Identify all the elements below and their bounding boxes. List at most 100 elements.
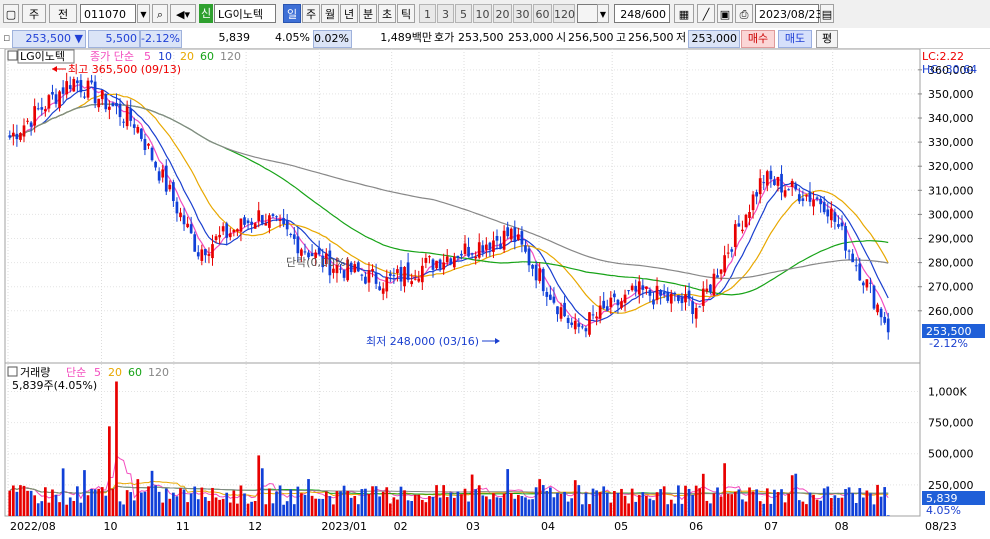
candle-body [837,224,840,227]
candle-body [225,223,229,238]
candle-body [285,220,289,230]
candle-body [591,314,595,316]
interval-dropdown-icon[interactable]: ▼ [597,4,609,23]
stock-name-field[interactable]: LG이노텍 [214,4,276,23]
volume-bar [477,485,481,516]
candle-body [620,301,623,308]
volume-pct: 4.05% [275,31,310,44]
chart-type-button[interactable]: 주 [22,4,46,23]
volume-bar [701,473,705,516]
draw-tool-icon[interactable]: ╱ [697,4,715,23]
period-second-button[interactable]: 초 [378,4,396,23]
interval-button[interactable]: 30 [513,4,532,23]
volume-bar [264,504,268,516]
volume-bar [15,491,19,516]
vol-ma20-legend: 20 [108,366,122,379]
stock-chart[interactable]: LG이노텍 종가 단순 5 10 20 60 120 최고 365,500 (0… [0,49,990,539]
volume-bar [744,501,748,516]
volume-bar [289,489,293,516]
data-count-field[interactable]: 248/600 [614,4,670,23]
volume-bar [652,500,655,516]
volume-bar [97,488,101,516]
search-icon[interactable]: ⌕ [152,4,168,23]
speaker-icon[interactable]: ◀▾ [170,4,196,23]
evaluate-button[interactable]: 평 [816,30,838,48]
window-icon[interactable]: ▢ [3,4,19,23]
candle-body [502,230,506,250]
interval-button[interactable]: 60 [533,4,552,23]
candle-body [705,288,709,292]
prev-button[interactable]: 전 [49,4,77,23]
candle-body [840,222,844,227]
volume-bar [844,489,847,516]
volume-bar [456,491,460,516]
volume-bar [773,489,776,516]
volume-bar [755,489,758,516]
candle-body [662,292,666,295]
vol-ma120-legend: 120 [148,366,169,379]
save-icon[interactable]: ▣ [717,4,733,23]
period-minute-button[interactable]: 분 [359,4,377,23]
candle-body [360,274,364,276]
buy-button[interactable]: 매수 [741,30,775,48]
candle-body [805,195,808,197]
date-input[interactable]: 2023/08/23 [755,4,822,23]
interval-button[interactable]: 1 [419,4,436,23]
volume-bar [538,479,542,516]
volume-y-axis: 1,000K 750,000 500,000 250,000 [928,385,974,491]
candle-body [808,191,812,202]
print-icon[interactable]: ⎙ [735,4,753,23]
volume-bar [367,494,371,516]
y-tick-label: 300,000 [928,208,974,221]
period-tick-button[interactable]: 틱 [397,4,415,23]
interval-button[interactable]: 3 [437,4,454,23]
volume-bar [577,485,581,516]
candle-body [563,302,566,317]
candle-body [495,235,499,241]
volume-bar [812,494,815,516]
interval-button[interactable]: 120 [553,4,575,23]
volume-bar [168,498,172,516]
period-day-button[interactable]: 일 [283,4,301,23]
volume-collapse-icon[interactable] [7,366,18,377]
volume-bar [776,492,780,516]
volume-bar [605,492,609,516]
collapse-icon[interactable] [7,50,18,61]
period-year-button[interactable]: 년 [340,4,358,23]
calendar-icon[interactable]: ▤ [820,4,834,23]
candle-body [637,281,641,295]
stock-code-input[interactable]: 011070 [80,4,136,23]
candle-body [627,290,630,292]
candle-body [172,182,175,202]
sell-button[interactable]: 매도 [778,30,812,48]
period-month-button[interactable]: 월 [321,4,339,23]
interval-button[interactable]: 10 [473,4,492,23]
ask-label: 호가 [434,31,455,44]
candle-body [609,297,613,308]
volume-bar [452,497,456,516]
candle-body [442,262,446,270]
candle-body [559,307,563,319]
volume-bar [239,485,243,516]
last-volume-pct: 4.05% [926,504,961,517]
candle-body [356,262,360,272]
volume-bar [502,493,506,516]
interval-button[interactable]: 5 [455,4,472,23]
volume-bar [346,490,349,516]
volume-bar [783,502,787,516]
volume-bar [161,502,165,516]
volume-bar [157,491,161,516]
x-tick-label: 2023/01 [321,520,367,533]
interval-button[interactable]: 20 [493,4,512,23]
volume-bar [719,496,723,516]
candle-body [118,103,122,118]
volume-bar [442,485,446,516]
volume-tick-label: 1,000K [928,385,967,398]
grid-settings-icon[interactable]: ▦ [674,4,694,23]
candle-body [741,229,744,232]
pin-icon[interactable]: ▫ [3,30,10,46]
period-week-button[interactable]: 주 [302,4,320,23]
volume-bar [641,492,645,516]
volume-bar [260,468,264,516]
code-dropdown-icon[interactable]: ▼ [137,4,150,23]
